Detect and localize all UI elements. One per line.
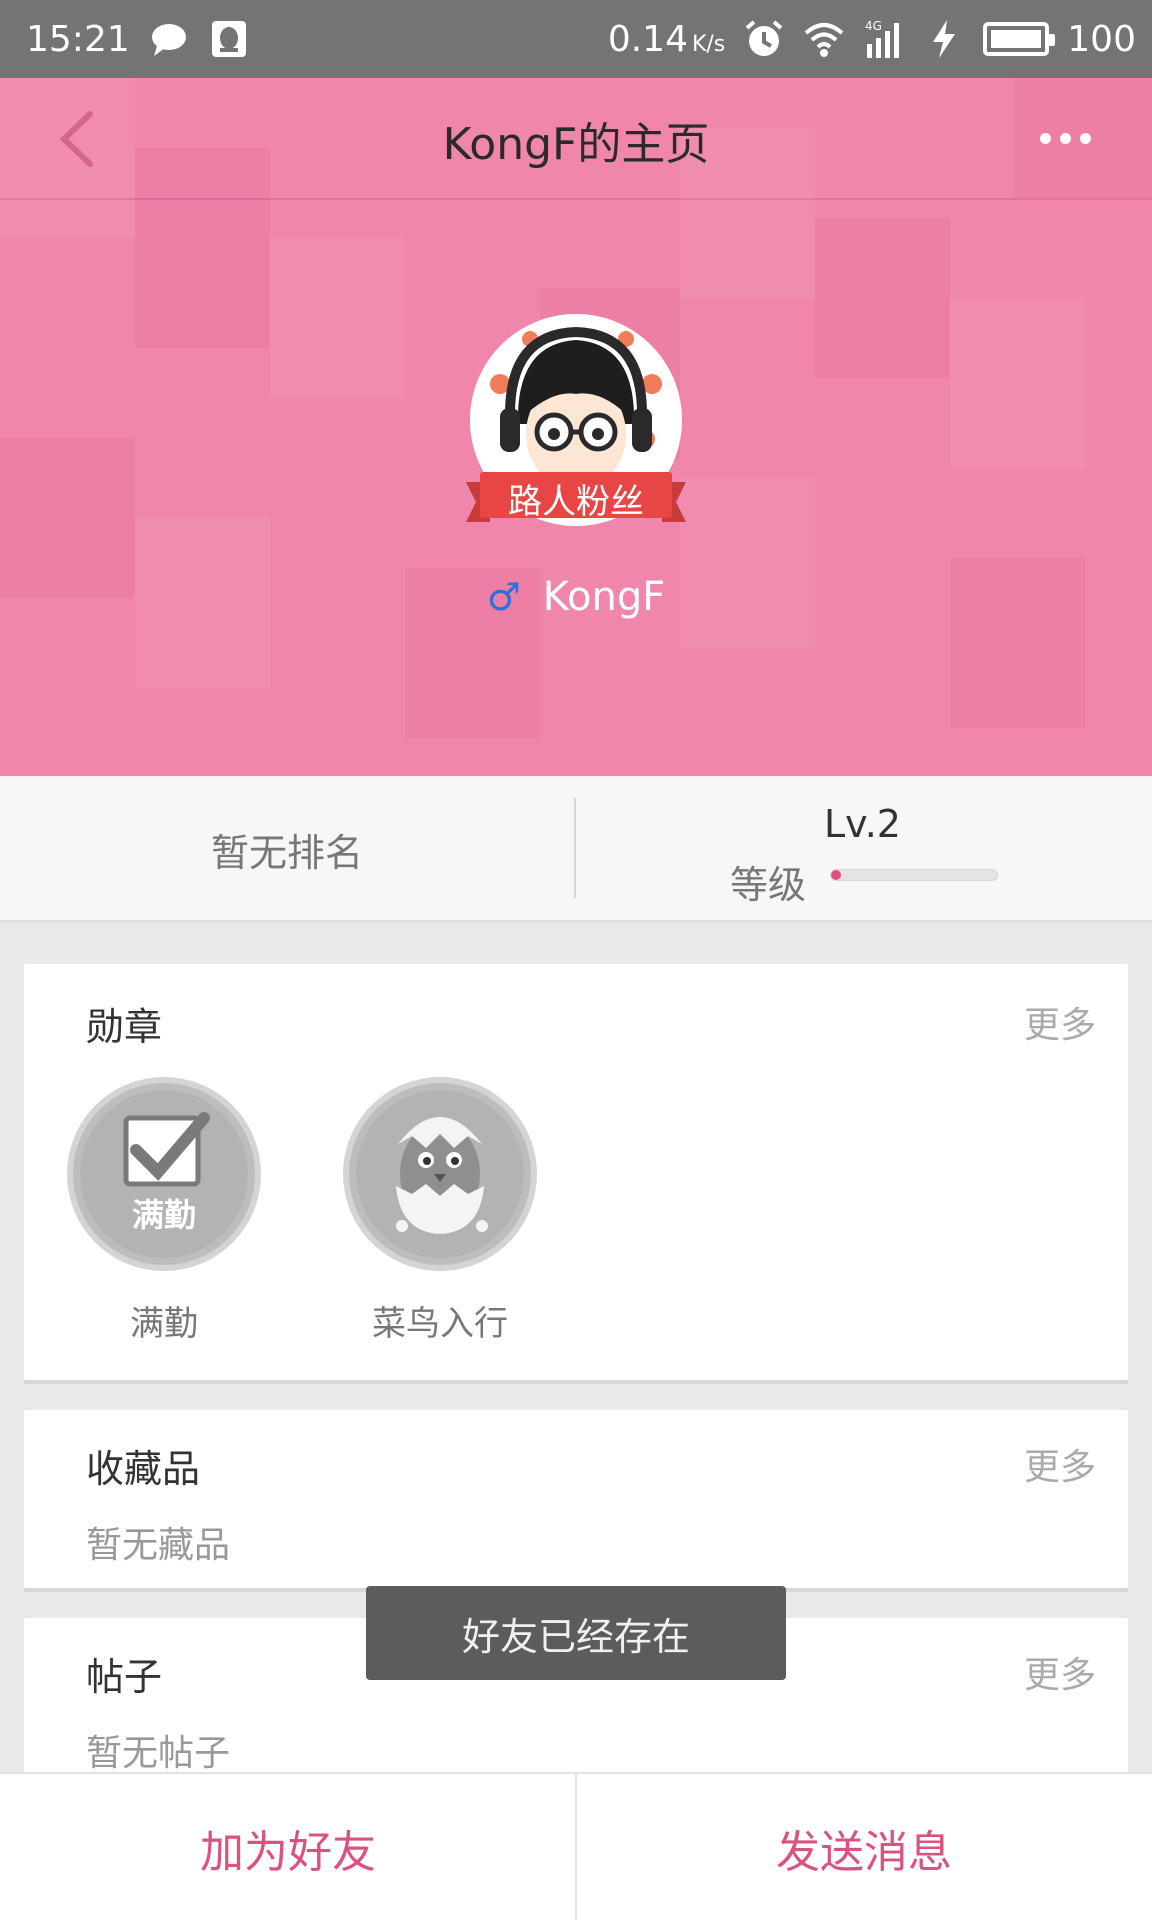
- posts-more-link[interactable]: 更多: [1024, 1646, 1096, 1698]
- level-progress-bar: [830, 869, 998, 881]
- medals-more-link[interactable]: 更多: [1024, 996, 1096, 1048]
- level-label: 等级: [730, 863, 807, 907]
- chat-bubble-icon: [148, 18, 190, 60]
- collections-more-link[interactable]: 更多: [1024, 1438, 1096, 1490]
- collections-card: 收藏品 更多 暂无藏品: [24, 1410, 1128, 1592]
- signal-icon: 4G: [863, 18, 905, 60]
- add-friend-button[interactable]: 加为好友: [0, 1774, 576, 1920]
- male-gender-icon: ♂: [486, 575, 521, 619]
- medal-label: 菜鸟入行: [372, 1304, 508, 1344]
- posts-empty-text: 暂无帖子: [86, 1733, 231, 1774]
- net-speed: 0.14 K/s: [607, 18, 726, 60]
- full-attendance-medal-icon[interactable]: 满勤: [66, 1076, 262, 1272]
- medals-title: 勋章: [86, 1005, 163, 1049]
- wifi-icon: [803, 18, 845, 60]
- level-progress-fill: [831, 870, 841, 880]
- collections-title: 收藏品: [86, 1447, 201, 1491]
- page-title: KongF的主页: [442, 119, 710, 170]
- alarm-icon: [743, 18, 785, 60]
- user-identity: ♂ KongF: [0, 574, 1152, 620]
- title-bar: KongF的主页: [0, 78, 1152, 200]
- status-bar: 15:21 0.14 K/s 4G 100: [0, 0, 1152, 78]
- posts-title: 帖子: [86, 1655, 163, 1699]
- badge-title: 路人粉丝: [508, 482, 644, 522]
- svg-text:满勤: 满勤: [132, 1196, 196, 1234]
- hatching-chick-medal-icon[interactable]: [342, 1076, 538, 1272]
- charging-icon: [923, 18, 965, 60]
- send-message-button[interactable]: 发送消息: [576, 1774, 1152, 1920]
- battery-level: 100: [1067, 18, 1136, 60]
- clock: 15:21: [26, 18, 130, 60]
- toast-message: 好友已经存在: [366, 1586, 786, 1680]
- qq-icon: [208, 18, 250, 60]
- divider: [574, 798, 576, 898]
- collections-empty-text: 暂无藏品: [86, 1525, 231, 1566]
- bottom-action-bar: 加为好友 发送消息: [0, 1772, 1152, 1920]
- fan-title-badge: 路人粉丝: [466, 468, 686, 526]
- more-dots-icon[interactable]: [1040, 126, 1104, 150]
- battery-icon: [983, 22, 1056, 56]
- rank-text[interactable]: 暂无排名: [0, 776, 574, 922]
- medals-card: 勋章 更多 满勤 满勤 菜鸟入行: [24, 964, 1128, 1384]
- rank-level-row: 暂无排名 Lv.2 等级: [0, 776, 1152, 922]
- username: KongF: [542, 574, 666, 620]
- medal-label: 满勤: [130, 1304, 198, 1344]
- profile-header: KongF的主页 路人粉丝 ♂ KongF: [0, 78, 1152, 776]
- svg-text:4G: 4G: [865, 19, 882, 33]
- level-value: Lv.2: [824, 802, 901, 846]
